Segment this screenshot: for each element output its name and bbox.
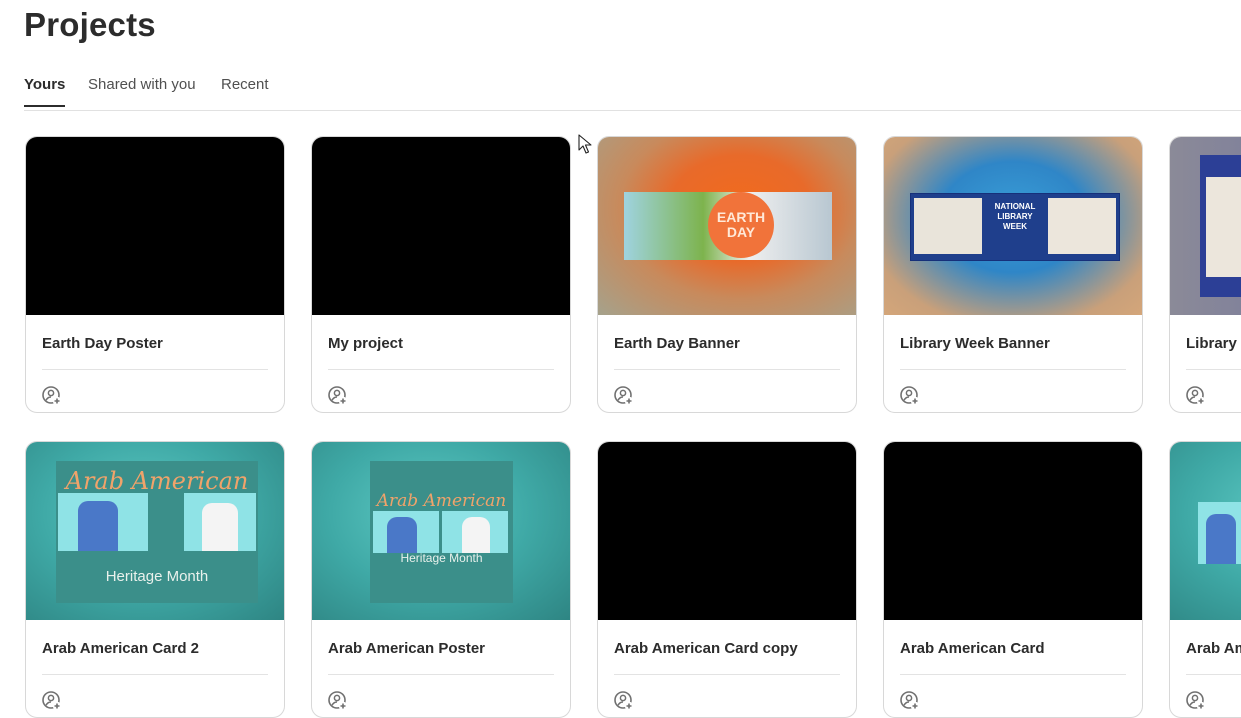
photo — [58, 493, 148, 551]
project-card-arab-american-poster[interactable]: Arab American Heritage Month Arab Americ… — [311, 441, 571, 718]
project-thumbnail: Arab American Heritage Month — [26, 442, 284, 620]
arab-american-card-image: Arab American Heritage Month — [56, 461, 258, 603]
project-thumbnail: Arab American Heritage Month — [312, 442, 570, 620]
project-card-library-week-banner[interactable]: NATIONAL LIBRARY WEEK Library Week Banne… — [883, 136, 1143, 413]
project-title: Arab Am — [1186, 640, 1241, 657]
project-card-library-week-partial[interactable]: Library W — [1169, 136, 1241, 413]
earth-day-logo: EARTH DAY — [708, 192, 774, 258]
banner-heading: NATIONAL LIBRARY WEEK — [994, 202, 1036, 231]
divider — [328, 369, 554, 370]
project-title: Arab American Card — [900, 640, 1045, 657]
project-card-arab-american-card-copy[interactable]: Arab American Card copy — [597, 441, 857, 718]
thumb-heading: Arab American — [65, 467, 249, 495]
add-person-icon[interactable] — [614, 691, 634, 711]
add-person-icon[interactable] — [1186, 691, 1206, 711]
add-person-icon[interactable] — [1186, 386, 1206, 406]
divider — [900, 674, 1126, 675]
photo — [373, 511, 439, 553]
arab-american-poster-image: Arab American Heritage Month — [370, 461, 513, 603]
add-person-icon[interactable] — [328, 691, 348, 711]
project-card-earth-day-banner[interactable]: EARTH DAY Earth Day Banner — [597, 136, 857, 413]
divider — [900, 369, 1126, 370]
project-thumbnail — [884, 442, 1142, 620]
project-card-earth-day-poster[interactable]: Earth Day Poster — [25, 136, 285, 413]
project-title: Earth Day Banner — [614, 335, 740, 352]
photo — [184, 493, 256, 551]
project-title: Library Week Banner — [900, 335, 1050, 352]
library-poster-image — [1200, 155, 1241, 297]
add-person-icon[interactable] — [42, 691, 62, 711]
add-person-icon[interactable] — [614, 386, 634, 406]
project-card-arab-american-card[interactable]: Arab American Card — [883, 441, 1143, 718]
project-card-arab-american-partial[interactable]: Arab Am — [1169, 441, 1241, 718]
project-card-my-project[interactable]: My project — [311, 136, 571, 413]
project-thumbnail — [598, 442, 856, 620]
project-title: My project — [328, 335, 404, 352]
divider — [614, 674, 840, 675]
photo — [442, 511, 508, 553]
project-title: Earth Day Poster — [42, 335, 163, 352]
project-title: Library W — [1186, 335, 1241, 352]
project-thumbnail — [312, 137, 570, 315]
project-thumbnail — [26, 137, 284, 315]
project-grid: Earth Day Poster My project EARTH DAY Ea… — [0, 0, 1241, 718]
project-card-arab-american-card-2[interactable]: Arab American Heritage Month Arab Americ… — [25, 441, 285, 718]
project-thumbnail: NATIONAL LIBRARY WEEK — [884, 137, 1142, 315]
collage-panel — [1048, 198, 1116, 254]
project-title: Arab American Card 2 — [42, 640, 200, 657]
thumb-subheading: Heritage Month — [400, 551, 483, 565]
divider — [1186, 369, 1241, 370]
project-title: Arab American Card copy — [614, 640, 798, 657]
project-thumbnail — [1170, 137, 1241, 315]
add-person-icon[interactable] — [328, 386, 348, 406]
divider — [1186, 674, 1241, 675]
earth-day-banner-image: EARTH DAY — [624, 192, 832, 260]
divider — [42, 369, 268, 370]
thumb-heading: Arab American — [376, 491, 507, 511]
project-thumbnail — [1170, 442, 1241, 620]
divider — [614, 369, 840, 370]
mouse-pointer-icon — [578, 134, 592, 154]
photo — [1198, 502, 1241, 564]
add-person-icon[interactable] — [42, 386, 62, 406]
collage-panel — [914, 198, 982, 254]
project-title: Arab American Poster — [328, 640, 486, 657]
library-week-banner-image: NATIONAL LIBRARY WEEK — [910, 193, 1120, 261]
add-person-icon[interactable] — [900, 386, 920, 406]
thumb-subheading: Heritage Month — [105, 568, 209, 585]
divider — [42, 674, 268, 675]
divider — [328, 674, 554, 675]
add-person-icon[interactable] — [900, 691, 920, 711]
project-thumbnail: EARTH DAY — [598, 137, 856, 315]
